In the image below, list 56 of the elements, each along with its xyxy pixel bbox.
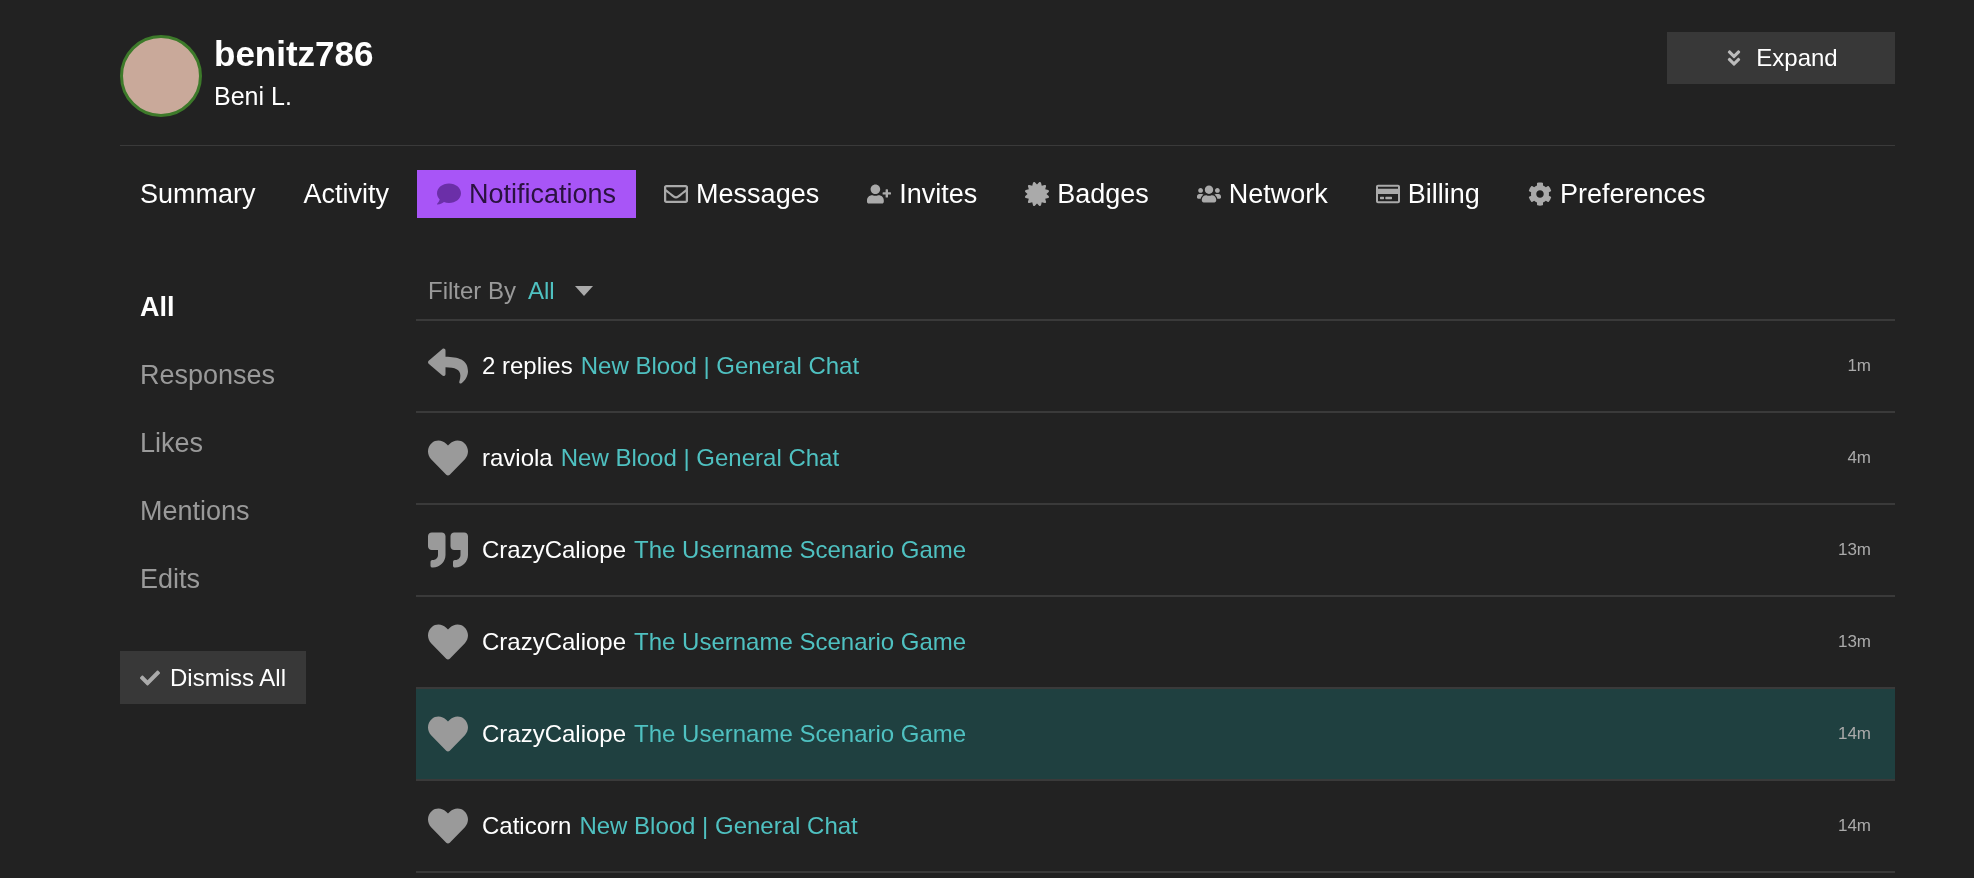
filter-menu-item[interactable]: All bbox=[120, 273, 416, 341]
actor-name: raviola bbox=[482, 443, 553, 473]
filter-menu-item[interactable]: Responses bbox=[120, 341, 416, 409]
filter-menu-item[interactable]: Likes bbox=[120, 409, 416, 477]
topic-link[interactable]: The Username Scenario Game bbox=[634, 716, 967, 752]
filter-label: Filter By bbox=[428, 276, 516, 306]
expand-button[interactable]: Expand bbox=[1667, 32, 1895, 84]
actor-name: Caticorn bbox=[482, 811, 572, 841]
filter-dropdown[interactable]: All bbox=[528, 273, 593, 309]
quote-icon bbox=[428, 530, 468, 570]
settings-icon bbox=[1527, 182, 1552, 206]
heart-icon bbox=[428, 714, 468, 754]
timestamp: 13m bbox=[1837, 631, 1871, 654]
nav-tab[interactable]: Badges bbox=[1005, 170, 1169, 218]
actor-name: 2 replies bbox=[482, 351, 573, 381]
display-name: Beni L. bbox=[214, 81, 293, 112]
actor-name: CrazyCaliope bbox=[482, 535, 627, 565]
topic-link[interactable]: New Blood | General Chat bbox=[580, 348, 860, 384]
topic-link[interactable]: New Blood | General Chat bbox=[560, 440, 840, 476]
dismiss-all-button[interactable]: Dismiss All bbox=[120, 651, 306, 704]
actor-name: CrazyCaliope bbox=[482, 719, 627, 749]
caret-icon bbox=[574, 286, 593, 296]
nav-tab[interactable]: Billing bbox=[1355, 170, 1500, 218]
username: benitz786 bbox=[214, 33, 374, 75]
nav-tab[interactable]: Network bbox=[1176, 170, 1348, 218]
nav-tab[interactable]: Invites bbox=[847, 170, 998, 218]
nav-tab[interactable]: Messages bbox=[644, 170, 840, 218]
timestamp: 14m bbox=[1837, 815, 1871, 838]
topic-link[interactable]: The Username Scenario Game bbox=[634, 624, 967, 660]
nav-tab[interactable]: Preferences bbox=[1507, 170, 1726, 218]
reply-icon bbox=[428, 346, 468, 386]
topic-link[interactable]: The Username Scenario Game bbox=[634, 532, 967, 568]
actor-name: CrazyCaliope bbox=[482, 627, 627, 657]
add-user-icon bbox=[867, 182, 892, 206]
envelope-icon bbox=[664, 182, 689, 206]
timestamp: 1m bbox=[1847, 355, 1871, 378]
filter-menu-item[interactable]: Mentions bbox=[120, 477, 416, 545]
nav-tab[interactable]: Notifications bbox=[417, 170, 637, 218]
heart-icon bbox=[428, 806, 468, 846]
timestamp: 13m bbox=[1837, 539, 1871, 562]
notification-row[interactable]: CrazyCaliope The Username Scenario Game 13m bbox=[416, 505, 1895, 597]
notification-row[interactable]: CrazyCaliope The Username Scenario Game 14m bbox=[416, 689, 1895, 781]
topic-link[interactable]: New Blood | General Chat bbox=[579, 808, 858, 844]
badge-icon bbox=[1025, 182, 1050, 206]
credit-card-icon bbox=[1375, 182, 1400, 206]
nav-tab[interactable]: Summary bbox=[120, 170, 276, 218]
nav-tab[interactable]: Activity bbox=[283, 170, 410, 218]
heart-icon bbox=[428, 622, 468, 662]
notification-row[interactable]: raviola New Blood | General Chat 4m bbox=[416, 413, 1895, 505]
filter-menu-item[interactable]: Edits bbox=[120, 545, 416, 613]
speech-bubble-icon bbox=[437, 182, 462, 206]
timestamp: 4m bbox=[1847, 447, 1871, 470]
notification-row[interactable]: 2 replies New Blood | General Chat 1m bbox=[416, 321, 1895, 413]
notification-row[interactable]: Caticorn New Blood | General Chat 14m bbox=[416, 781, 1895, 873]
heart-icon bbox=[428, 438, 468, 478]
timestamp: 14m bbox=[1837, 723, 1871, 746]
